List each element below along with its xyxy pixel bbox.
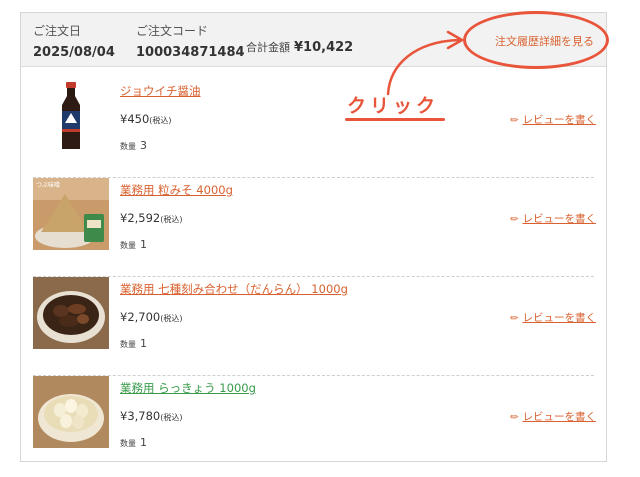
highlight-oval [463, 11, 609, 69]
tax-label: (税込) [149, 116, 172, 125]
product-image-miso[interactable]: つぶ味噌 [33, 178, 109, 250]
product-name-link[interactable]: 業務用 らっきょう 1000g [120, 380, 256, 396]
product-price: ¥2,592(税込) [120, 211, 183, 225]
annotation-text: クリック [347, 95, 440, 117]
order-item: 業務用 七種刻み合わせ（だんらん） 1000g ¥2,700(税込) 数量 1 ✎… [33, 277, 597, 376]
tax-label: (税込) [160, 215, 183, 224]
quantity-label: 数量 [120, 439, 136, 448]
order-total: 合計金額 ¥10,422 [246, 39, 353, 55]
product-name-link[interactable]: 業務用 粒みそ 4000g [120, 182, 233, 198]
order-code: ご注文コード 100034871484 [136, 22, 245, 60]
order-date-value: 2025/08/04 [33, 45, 115, 60]
product-image-rakkyo[interactable] [33, 376, 109, 448]
tax-label: (税込) [160, 413, 183, 422]
product-price: ¥2,700(税込) [120, 310, 183, 324]
order-date-label: ご注文日 [33, 24, 82, 38]
product-price: ¥3,780(税込) [120, 409, 183, 423]
pencil-icon: ✎ [508, 410, 523, 425]
product-quantity: 数量 1 [120, 436, 147, 449]
price-value: ¥2,700 [120, 310, 161, 324]
product-quantity: 数量 1 [120, 337, 147, 350]
write-review-button[interactable]: ✎レビューを書く [508, 409, 597, 425]
product-quantity: 数量 3 [120, 139, 147, 152]
quantity-value: 1 [140, 238, 147, 251]
pencil-icon: ✎ [508, 113, 523, 128]
product-quantity: 数量 1 [120, 238, 147, 251]
review-label: レビューを書く [522, 213, 597, 225]
quantity-label: 数量 [120, 241, 136, 250]
quantity-value: 3 [140, 139, 147, 152]
miso-package-text: つぶ味噌 [36, 181, 60, 189]
quantity-value: 1 [140, 337, 147, 350]
product-image-pickles[interactable] [33, 277, 109, 349]
order-item: 業務用 らっきょう 1000g ¥3,780(税込) 数量 1 ✎レビューを書く [33, 376, 597, 474]
order-item: ジョウイチ醤油 ¥450(税込) 数量 3 ✎レビューを書く [33, 79, 597, 178]
order-code-value: 100034871484 [136, 45, 245, 60]
review-label: レビューを書く [522, 312, 597, 324]
product-name-link[interactable]: 業務用 七種刻み合わせ（だんらん） 1000g [120, 281, 348, 297]
write-review-button[interactable]: ✎レビューを書く [508, 112, 597, 128]
annotation-underline [345, 118, 445, 121]
order-item: つぶ味噌 業務用 粒みそ 4000g ¥2,592(税込) 数量 1 ✎レビューを… [33, 178, 597, 277]
quantity-value: 1 [140, 436, 147, 449]
tax-label: (税込) [160, 314, 183, 323]
order-date: ご注文日 2025/08/04 [33, 22, 115, 60]
quantity-label: 数量 [120, 340, 136, 349]
pencil-icon: ✎ [508, 212, 523, 227]
product-price: ¥450(税込) [120, 112, 172, 126]
review-label: レビューを書く [522, 114, 597, 126]
order-total-label: 合計金額 [246, 41, 290, 54]
product-image-soy-sauce[interactable] [33, 79, 109, 151]
price-value: ¥2,592 [120, 211, 161, 225]
order-code-label: ご注文コード [136, 24, 209, 38]
review-label: レビューを書く [522, 411, 597, 423]
quantity-label: 数量 [120, 142, 136, 151]
write-review-button[interactable]: ✎レビューを書く [508, 310, 597, 326]
price-value: ¥450 [120, 112, 150, 126]
write-review-button[interactable]: ✎レビューを書く [508, 211, 597, 227]
product-name-link[interactable]: ジョウイチ醤油 [120, 83, 201, 99]
pencil-icon: ✎ [508, 311, 523, 326]
order-card: ご注文日 2025/08/04 ご注文コード 100034871484 合計金額… [20, 12, 607, 462]
price-value: ¥3,780 [120, 409, 161, 423]
